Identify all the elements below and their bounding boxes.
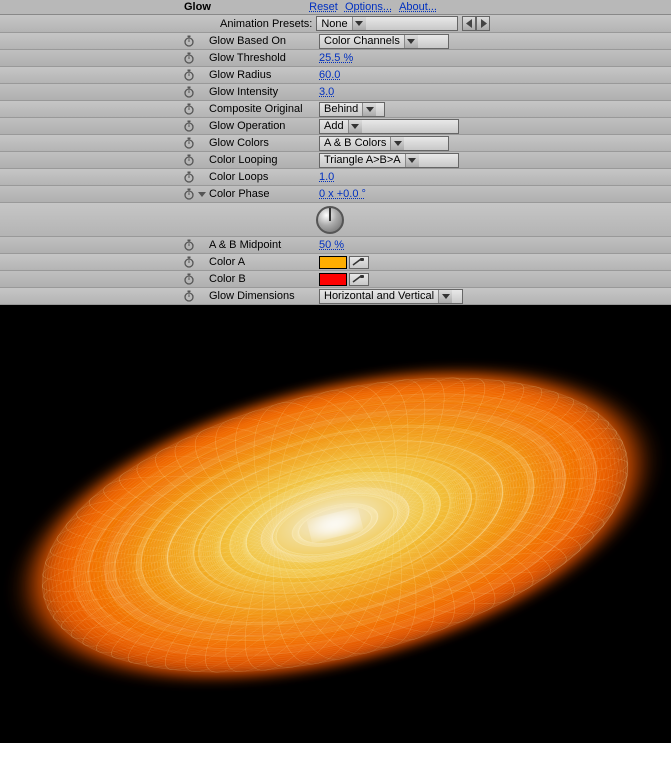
stopwatch-icon[interactable]: [182, 272, 196, 286]
caret-down-icon: [352, 17, 366, 30]
param-row-colorLooping: Color Looping Triangle A>B>A: [0, 152, 671, 169]
param-row-glowDimensions: Glow Dimensions Horizontal and Vertical: [0, 288, 671, 305]
glowDimensions-label: Glow Dimensions: [209, 290, 319, 302]
param-row-glowIntensity: Glow Intensity3.0: [0, 84, 671, 101]
preset-prev-button[interactable]: [462, 16, 476, 31]
presets-label: Animation Presets:: [220, 18, 312, 30]
glowRadius-label: Glow Radius: [209, 69, 319, 81]
colorB-swatch[interactable]: [319, 273, 347, 286]
caret-down-icon: [362, 103, 376, 116]
stopwatch-icon[interactable]: [182, 34, 196, 48]
colorPhase-value[interactable]: 0 x +0.0 °: [319, 188, 366, 200]
glowThreshold-value[interactable]: 25.5 %: [319, 52, 353, 64]
colorLooping-value: Triangle A>B>A: [324, 154, 401, 166]
stopwatch-icon[interactable]: [182, 136, 196, 150]
caret-down-icon: [390, 137, 404, 150]
glowBasedOn-value: Color Channels: [324, 35, 400, 47]
stopwatch-icon[interactable]: [182, 238, 196, 252]
glowColors-select[interactable]: A & B Colors: [319, 136, 449, 151]
preset-next-button[interactable]: [476, 16, 490, 31]
param-row-colorA: Color A: [0, 254, 671, 271]
colorLooping-label: Color Looping: [209, 154, 319, 166]
param-row-abMidpoint: A & B Midpoint50 %: [0, 237, 671, 254]
glowOperation-value: Add: [324, 120, 344, 132]
glowOperation-label: Glow Operation: [209, 120, 319, 132]
options-link[interactable]: Options...: [345, 1, 392, 13]
param-row-colorB: Color B: [0, 271, 671, 288]
param-row-glowOperation: Glow Operation Add: [0, 118, 671, 135]
stopwatch-icon[interactable]: [182, 289, 196, 303]
glowRadius-value[interactable]: 60.0: [319, 69, 340, 81]
effect-header: Glow Reset Options... About...: [0, 0, 671, 15]
colorA-label: Color A: [209, 256, 319, 268]
color-phase-dial-row: [0, 203, 671, 237]
glowIntensity-value[interactable]: 3.0: [319, 86, 334, 98]
caret-down-icon: [348, 120, 362, 133]
colorA-eyedropper[interactable]: [349, 256, 369, 269]
stopwatch-icon[interactable]: [182, 68, 196, 82]
colorA-swatch[interactable]: [319, 256, 347, 269]
effect-links: Reset Options... About...: [305, 1, 437, 13]
compositeOrig-value: Behind: [324, 103, 358, 115]
caret-down-icon: [404, 35, 418, 48]
effect-title: Glow: [184, 1, 211, 13]
glowOperation-select[interactable]: Add: [319, 119, 459, 134]
caret-down-icon: [438, 290, 452, 303]
reset-link[interactable]: Reset: [309, 1, 338, 13]
color-phase-dial[interactable]: [316, 206, 344, 234]
abMidpoint-value[interactable]: 50 %: [319, 239, 344, 251]
glowDimensions-value: Horizontal and Vertical: [324, 290, 434, 302]
param-row-glowRadius: Glow Radius60.0: [0, 67, 671, 84]
preview-viewport: [0, 305, 671, 743]
presets-value: None: [321, 18, 347, 30]
param-row-compositeOrig: Composite Original Behind: [0, 101, 671, 118]
stopwatch-icon[interactable]: [182, 119, 196, 133]
abMidpoint-label: A & B Midpoint: [209, 239, 319, 251]
glowBasedOn-label: Glow Based On: [209, 35, 319, 47]
param-row-colorPhase: Color Phase0 x +0.0 °: [0, 186, 671, 203]
colorB-eyedropper[interactable]: [349, 273, 369, 286]
effect-panel: Glow Reset Options... About... Animation…: [0, 0, 671, 305]
glowThreshold-label: Glow Threshold: [209, 52, 319, 64]
stopwatch-icon[interactable]: [182, 170, 196, 184]
colorPhase-label: Color Phase: [209, 188, 319, 200]
param-row-glowColors: Glow Colors A & B Colors: [0, 135, 671, 152]
stopwatch-icon[interactable]: [182, 85, 196, 99]
param-row-colorLoops: Color Loops1.0: [0, 169, 671, 186]
colorLooping-select[interactable]: Triangle A>B>A: [319, 153, 459, 168]
glowColors-value: A & B Colors: [324, 137, 386, 149]
caret-down-icon: [405, 154, 419, 167]
glowColors-label: Glow Colors: [209, 137, 319, 149]
param-row-glowThreshold: Glow Threshold25.5 %: [0, 50, 671, 67]
colorLoops-value[interactable]: 1.0: [319, 171, 334, 183]
glowBasedOn-select[interactable]: Color Channels: [319, 34, 449, 49]
stopwatch-icon[interactable]: [182, 102, 196, 116]
colorLoops-label: Color Loops: [209, 171, 319, 183]
param-row-glowBasedOn: Glow Based On Color Channels: [0, 33, 671, 50]
stopwatch-icon[interactable]: [182, 51, 196, 65]
stopwatch-icon[interactable]: [182, 255, 196, 269]
glowDimensions-select[interactable]: Horizontal and Vertical: [319, 289, 463, 304]
colorB-label: Color B: [209, 273, 319, 285]
glow-spiral-render: [0, 305, 671, 743]
compositeOrig-label: Composite Original: [209, 103, 319, 115]
compositeOrig-select[interactable]: Behind: [319, 102, 385, 117]
animation-presets-row: Animation Presets: None: [0, 15, 671, 33]
about-link[interactable]: About...: [399, 1, 437, 13]
stopwatch-icon[interactable]: [182, 153, 196, 167]
stopwatch-icon[interactable]: [182, 187, 196, 201]
presets-select[interactable]: None: [316, 16, 458, 31]
expand-icon[interactable]: [198, 192, 206, 197]
glowIntensity-label: Glow Intensity: [209, 86, 319, 98]
